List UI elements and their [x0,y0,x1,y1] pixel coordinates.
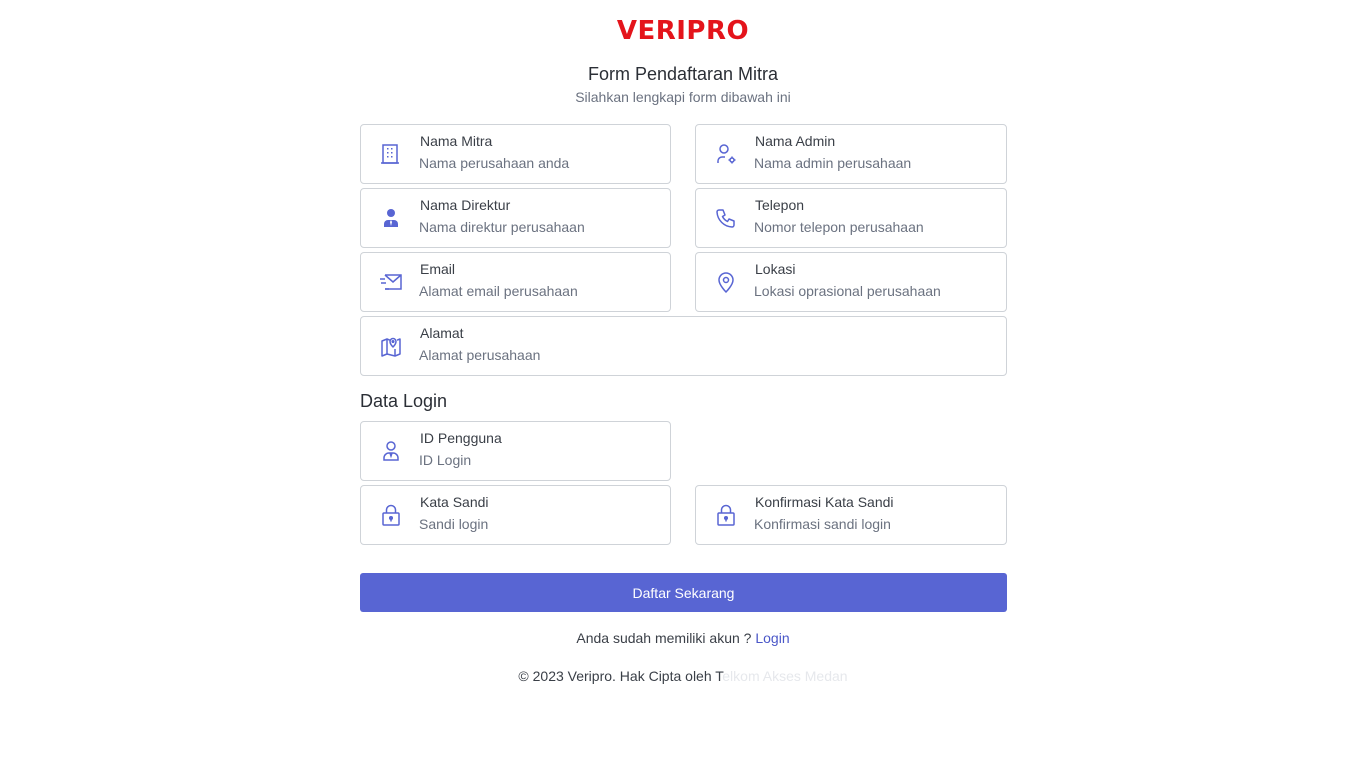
telepon-field[interactable]: Telepon [695,188,1007,248]
building-icon [379,142,403,166]
konfirmasi-kata-sandi-label: Konfirmasi Kata Sandi [755,494,894,510]
alamat-field[interactable]: Alamat [360,316,1007,376]
nama-admin-label: Nama Admin [755,133,836,149]
konfirmasi-kata-sandi-input[interactable] [754,516,994,532]
alamat-label: Alamat [420,325,464,341]
lock-icon [379,503,403,527]
lokasi-field[interactable]: Lokasi [695,252,1007,312]
kata-sandi-input[interactable] [419,516,658,532]
telepon-input[interactable] [754,219,994,235]
nama-admin-field[interactable]: Nama Admin [695,124,1007,184]
nama-mitra-label: Nama Mitra [420,133,493,149]
page-title: Form Pendaftaran Mitra [587,64,779,84]
login-prompt: Anda sudah memiliki akun ? Login [0,630,1366,646]
user-gear-icon [714,142,738,166]
id-pengguna-field[interactable]: ID Pengguna [360,421,671,481]
page-subtitle: Silahkan lengkapi form dibawah ini [575,89,791,105]
daftar-sekarang-button[interactable]: Daftar Sekarang [360,573,1007,612]
email-input[interactable] [419,283,658,299]
nama-admin-input[interactable] [754,155,994,171]
email-label: Email [420,261,456,277]
brand-logo: VERIPRO [616,16,750,46]
mail-fast-icon [379,270,403,294]
id-pengguna-input[interactable] [419,452,658,468]
email-field[interactable]: Email [360,252,671,312]
kata-sandi-field[interactable]: Kata Sandi [360,485,671,545]
user-tie-icon [379,206,403,230]
footer-faded-text: elkom Akses Medan [722,668,848,684]
lock-icon [714,503,738,527]
kata-sandi-label: Kata Sandi [420,494,489,510]
nama-mitra-field[interactable]: Nama Mitra [360,124,671,184]
user-id-icon [379,439,403,463]
alamat-input[interactable] [419,347,994,363]
footer-text: © 2023 Veripro. Hak Cipta oleh T [518,668,723,684]
footer-copyright: © 2023 Veripro. Hak Cipta oleh Telkom Ak… [0,668,1366,684]
login-link[interactable]: Login [755,630,789,646]
nama-mitra-input[interactable] [419,155,658,171]
map-location-icon [379,334,403,358]
konfirmasi-kata-sandi-field[interactable]: Konfirmasi Kata Sandi [695,485,1007,545]
data-login-heading: Data Login [360,391,448,411]
id-pengguna-label: ID Pengguna [420,430,502,446]
map-pin-icon [714,270,738,294]
nama-direktur-label: Nama Direktur [420,197,511,213]
nama-direktur-input[interactable] [419,219,658,235]
lokasi-input[interactable] [754,283,994,299]
nama-direktur-field[interactable]: Nama Direktur [360,188,671,248]
login-prompt-text: Anda sudah memiliki akun ? [576,630,756,646]
telepon-label: Telepon [755,197,805,213]
lokasi-label: Lokasi [755,261,796,277]
phone-icon [714,206,738,230]
